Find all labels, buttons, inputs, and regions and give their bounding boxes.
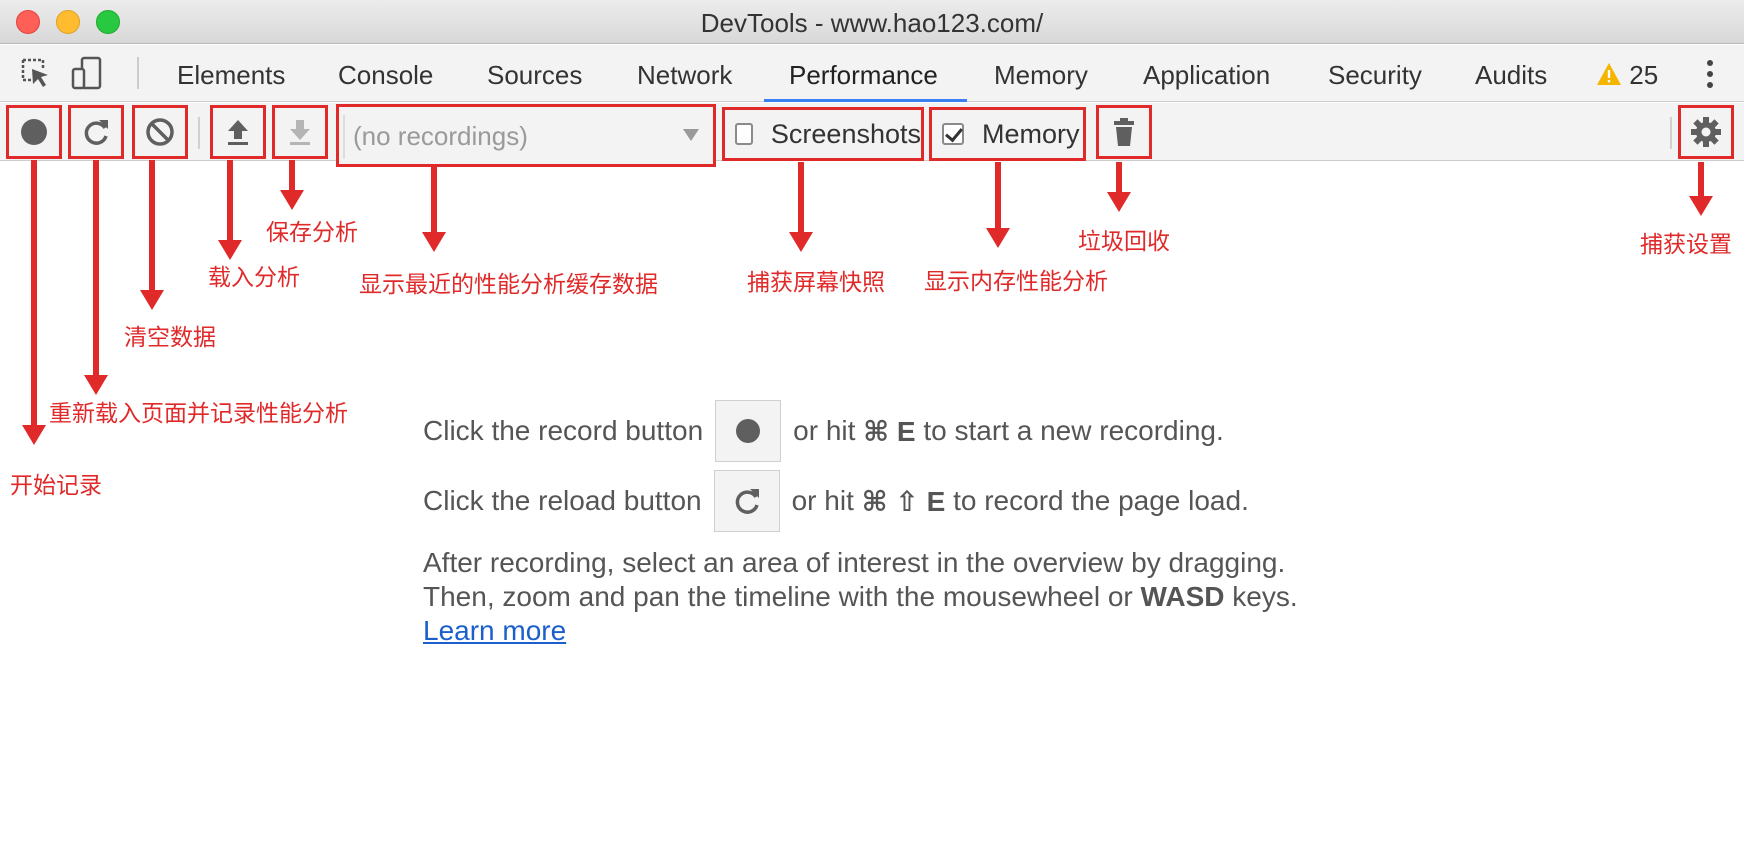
- warnings-counter[interactable]: 25: [1596, 55, 1658, 95]
- recordings-select-value: (no recordings): [353, 121, 528, 151]
- reload-icon: [84, 120, 108, 145]
- tab-audits[interactable]: Audits: [1475, 55, 1547, 95]
- annotation-memory: 显示内存性能分析: [924, 269, 1108, 295]
- tab-console[interactable]: Console: [338, 55, 433, 95]
- recordings-select[interactable]: (no recordings): [336, 104, 716, 167]
- annotation-arrowhead: [1689, 196, 1713, 216]
- screenshots-label: Screenshots: [770, 118, 921, 149]
- garbage-collect-button[interactable]: [1096, 105, 1152, 159]
- tab-application[interactable]: Application: [1143, 55, 1270, 95]
- annotation-arrowhead: [280, 190, 304, 210]
- landing-reload-button[interactable]: [713, 470, 780, 532]
- annotation-arrow: [227, 160, 233, 248]
- memory-option[interactable]: Memory: [929, 107, 1086, 161]
- reload-instruction: Click the reload button or hit ⌘ ⇧ E to …: [423, 470, 1249, 532]
- annotation-arrow: [149, 160, 155, 290]
- annotation-save: 保存分析: [266, 220, 358, 246]
- capture-settings-button[interactable]: [1678, 105, 1734, 159]
- recording-help-paragraph: After recording, select an area of inter…: [423, 546, 1298, 648]
- annotation-gc: 垃圾回收: [1078, 229, 1170, 255]
- window-titlebar: DevTools - www.hao123.com/: [0, 0, 1744, 44]
- tab-performance[interactable]: Performance: [789, 55, 938, 95]
- load-profile-button[interactable]: [210, 105, 266, 159]
- record-icon: [736, 419, 761, 443]
- save-profile-button[interactable]: [272, 105, 328, 159]
- annotation-load: 载入分析: [208, 265, 300, 291]
- devtools-tabbar: Elements Console Sources Network Perform…: [0, 45, 1744, 102]
- annotation-arrow: [431, 164, 437, 232]
- clear-button[interactable]: [132, 105, 188, 159]
- annotation-clear: 清空数据: [124, 325, 216, 351]
- reload-instruction-text: Click the reload button: [423, 485, 702, 516]
- annotation-screenshots: 捕获屏幕快照: [747, 270, 885, 296]
- reload-record-button[interactable]: [68, 105, 124, 159]
- annotation-record: 开始记录: [10, 473, 102, 499]
- annotation-arrow: [1116, 162, 1122, 194]
- download-icon: [290, 120, 310, 145]
- performance-toolbar: (no recordings) Screenshots Memory: [0, 103, 1744, 167]
- help-line-1: After recording, select an area of inter…: [423, 547, 1286, 578]
- trash-icon: [1114, 118, 1134, 146]
- active-tab-indicator: [764, 99, 967, 102]
- record-instruction: Click the record button or hit ⌘ E to st…: [423, 400, 1224, 462]
- learn-more-link[interactable]: Learn more: [423, 615, 566, 646]
- more-options-icon[interactable]: [1700, 57, 1720, 91]
- memory-checkbox[interactable]: [942, 123, 964, 145]
- upload-icon: [228, 120, 248, 145]
- tab-memory[interactable]: Memory: [994, 55, 1088, 95]
- annotation-arrowhead: [986, 228, 1010, 248]
- reload-shortcut: ⌘ ⇧ E: [861, 485, 946, 517]
- select-handle: [343, 115, 345, 159]
- annotation-arrow: [1698, 162, 1704, 198]
- annotation-arrowhead: [1107, 192, 1131, 212]
- annotation-settings: 捕获设置: [1640, 232, 1732, 258]
- annotation-arrow: [798, 162, 804, 232]
- annotation-arrow: [93, 160, 99, 375]
- tab-divider: [137, 57, 139, 89]
- annotation-arrowhead: [218, 240, 242, 260]
- record-instruction-text: Click the record button: [423, 415, 704, 446]
- warning-icon: [1597, 63, 1621, 85]
- landing-record-button[interactable]: [715, 400, 782, 462]
- record-button[interactable]: [6, 105, 62, 159]
- tab-security[interactable]: Security: [1328, 55, 1422, 95]
- annotation-arrowhead: [22, 425, 46, 445]
- annotation-arrowhead: [140, 290, 164, 310]
- annotation-reload: 重新载入页面并记录性能分析: [49, 401, 348, 427]
- inspect-element-icon[interactable]: [18, 55, 54, 91]
- annotation-arrowhead: [422, 232, 446, 252]
- reload-instruction-tail: to record the page load.: [953, 485, 1249, 516]
- annotation-recordings: 显示最近的性能分析缓存数据: [359, 272, 658, 298]
- annotation-arrow: [31, 160, 37, 425]
- annotation-arrowhead: [789, 232, 813, 252]
- annotation-arrow: [995, 162, 1001, 228]
- annotation-arrow: [289, 160, 295, 192]
- help-line-2: Then, zoom and pan the timeline with the…: [423, 580, 1298, 614]
- record-shortcut: ⌘ E: [863, 415, 916, 447]
- toolbar-divider: [198, 117, 200, 149]
- wasd-keys: WASD: [1140, 581, 1225, 612]
- annotation-arrowhead: [84, 375, 108, 395]
- screenshots-option[interactable]: Screenshots: [722, 107, 924, 161]
- reload-instruction-hit: or hit: [791, 485, 854, 516]
- tab-network[interactable]: Network: [637, 55, 732, 95]
- help-line-2-tail: keys.: [1232, 581, 1298, 612]
- clear-icon: [146, 118, 174, 146]
- tab-elements[interactable]: Elements: [177, 55, 285, 95]
- warnings-count: 25: [1629, 60, 1659, 90]
- memory-label: Memory: [982, 118, 1080, 149]
- record-instruction-tail: to start a new recording.: [923, 415, 1224, 446]
- record-icon: [21, 119, 47, 145]
- chevron-down-icon: [683, 129, 699, 141]
- reload-icon: [735, 489, 759, 514]
- screenshots-checkbox[interactable]: [735, 123, 753, 145]
- window-title: DevTools - www.hao123.com/: [700, 8, 1044, 38]
- device-toolbar-icon[interactable]: [70, 55, 106, 91]
- toolbar-divider-right: [1670, 117, 1672, 149]
- gear-icon: [1691, 117, 1721, 147]
- tab-sources[interactable]: Sources: [487, 55, 582, 95]
- help-line-2-text: Then, zoom and pan the timeline with the…: [423, 581, 1133, 612]
- record-instruction-hit: or hit: [793, 415, 856, 446]
